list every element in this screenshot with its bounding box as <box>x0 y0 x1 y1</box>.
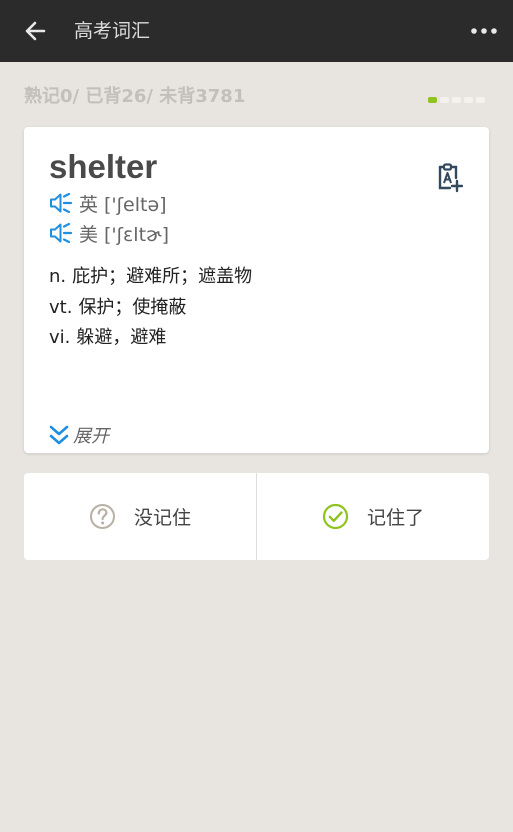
progress-dot-active <box>428 97 437 103</box>
phonetic-text: ['ʃeltə] <box>104 193 167 216</box>
double-chevron-down-icon <box>49 425 69 445</box>
app-header: 高考词汇 <box>0 0 513 62</box>
part-of-speech: vt. <box>49 296 73 318</box>
speaker-icon[interactable] <box>49 222 73 244</box>
forgot-button[interactable]: 没记住 <box>24 473 256 560</box>
pronunciation-us[interactable]: 美 ['ʃɛltɚ] <box>49 220 169 246</box>
part-of-speech: n. <box>49 266 67 287</box>
pronunciation-uk[interactable]: 英 ['ʃeltə] <box>49 190 167 216</box>
add-to-wordbook-icon[interactable] <box>437 163 463 193</box>
pronunciation-lang: 美 <box>79 223 99 246</box>
word-card: shelter 英 ['ʃeltə] 美 ['ʃɛltɚ] n. 庇护；避难所；遮盖物… <box>24 127 489 453</box>
definition-meaning: 躲避，避难 <box>76 327 167 348</box>
progress-dot <box>464 97 473 103</box>
definition-item: n. 庇护；避难所；遮盖物 <box>49 262 252 293</box>
speaker-icon[interactable] <box>49 192 73 214</box>
progress-indicator <box>428 97 485 103</box>
expand-button[interactable]: 展开 <box>49 422 109 448</box>
learning-stats: 熟记0/ 已背26/ 未背3781 <box>24 86 246 107</box>
forgot-label: 没记住 <box>133 507 191 529</box>
arrow-left-icon[interactable] <box>20 15 52 47</box>
check-circle-icon <box>322 503 349 530</box>
definition-meaning: 庇护；避难所；遮盖物 <box>72 266 253 287</box>
progress-dot <box>476 97 485 103</box>
remembered-label: 记住了 <box>366 507 424 529</box>
progress-dot <box>440 97 449 103</box>
pronunciation-lang: 英 <box>79 193 99 216</box>
remembered-button[interactable]: 记住了 <box>257 473 489 560</box>
definition-item: vt. 保护；使掩蔽 <box>49 293 252 324</box>
answer-bar: 没记住 记住了 <box>24 473 489 560</box>
expand-label: 展开 <box>73 426 109 447</box>
progress-dot <box>452 97 461 103</box>
definition-meaning: 保护；使掩蔽 <box>78 296 187 318</box>
page-title: 高考词汇 <box>74 20 151 42</box>
definition-item: vi. 躲避，避难 <box>49 323 252 354</box>
more-dots-icon[interactable] <box>469 18 499 44</box>
question-circle-icon <box>89 504 115 529</box>
definitions-list: n. 庇护；避难所；遮盖物 vt. 保护；使掩蔽 vi. 躲避，避难 <box>49 262 252 354</box>
phonetic-text: ['ʃɛltɚ] <box>104 223 170 246</box>
part-of-speech: vi. <box>49 327 71 348</box>
word-title: shelter <box>49 148 158 185</box>
